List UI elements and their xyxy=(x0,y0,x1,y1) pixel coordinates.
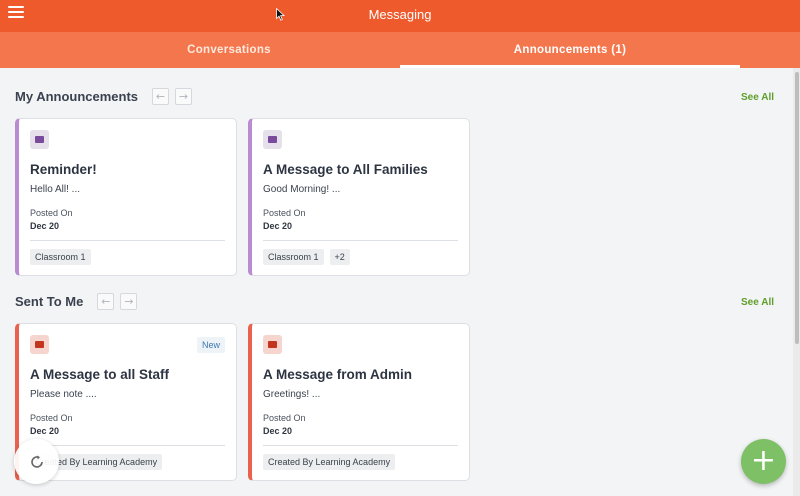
tab-announcements[interactable]: Announcements (1) xyxy=(400,32,740,68)
see-all-link[interactable]: See All xyxy=(741,92,774,103)
tag-list: Classroom 1 xyxy=(30,249,91,265)
plus-icon: + xyxy=(750,443,777,478)
posted-date: Dec 20 xyxy=(30,426,60,436)
card-preview: Good Morning! ... xyxy=(263,184,341,195)
posted-on-label: Posted On xyxy=(30,208,73,218)
tag: Classroom 1 xyxy=(263,249,324,265)
card-title: A Message from Admin xyxy=(263,367,413,382)
section-title: Sent To Me xyxy=(15,294,84,309)
new-badge: New xyxy=(196,337,225,353)
create-announcement-button[interactable]: + xyxy=(741,439,786,484)
divider xyxy=(263,445,458,446)
card-preview: Greetings! ... xyxy=(263,389,321,400)
tag: Classroom 1 xyxy=(30,249,91,265)
tag-more-count[interactable]: +2 xyxy=(329,249,350,265)
next-arrow-icon[interactable]: → xyxy=(175,88,193,105)
sent-to-me-header: Sent To Me ← → xyxy=(15,293,143,310)
see-all-link[interactable]: See All xyxy=(741,297,774,308)
app-header: Messaging xyxy=(0,0,800,32)
next-arrow-icon[interactable]: → xyxy=(120,293,138,310)
divider xyxy=(30,240,225,241)
tab-conversations[interactable]: Conversations xyxy=(58,32,400,68)
posted-date: Dec 20 xyxy=(30,221,60,231)
card-preview: Please note .... xyxy=(30,389,97,400)
divider xyxy=(30,445,225,446)
tag-list: Classroom 1 +2 xyxy=(263,249,350,265)
active-tab-indicator xyxy=(400,65,740,68)
scrollbar-thumb[interactable] xyxy=(795,72,799,344)
pin-icon xyxy=(263,130,282,149)
page-title: Messaging xyxy=(368,7,432,22)
briefcase-icon xyxy=(263,335,282,354)
posted-date: Dec 20 xyxy=(263,426,293,436)
announcement-card[interactable]: Reminder! Hello All! ... Posted On Dec 2… xyxy=(15,118,237,276)
posted-on-label: Posted On xyxy=(263,413,306,423)
divider xyxy=(263,240,458,241)
card-title: Reminder! xyxy=(30,162,97,177)
posted-date: Dec 20 xyxy=(263,221,293,231)
previous-arrow-icon[interactable]: ← xyxy=(97,293,115,310)
tag: Created By Learning Academy xyxy=(263,454,396,470)
pin-icon xyxy=(30,130,49,149)
announcement-card[interactable]: A Message to All Families Good Morning! … xyxy=(248,118,470,276)
tab-bar: Conversations Announcements (1) xyxy=(0,32,800,68)
previous-arrow-icon[interactable]: ← xyxy=(152,88,170,105)
received-announcement-card[interactable]: A Message from Admin Greetings! ... Post… xyxy=(248,323,470,481)
card-preview: Hello All! ... xyxy=(30,184,81,195)
card-title: A Message to All Families xyxy=(263,162,428,177)
refresh-button[interactable] xyxy=(14,439,59,484)
section-title: My Announcements xyxy=(15,89,139,104)
refresh-icon xyxy=(30,455,43,468)
briefcase-icon xyxy=(30,335,49,354)
posted-on-label: Posted On xyxy=(263,208,306,218)
mouse-cursor-icon xyxy=(276,8,285,21)
posted-on-label: Posted On xyxy=(30,413,73,423)
my-announcements-header: My Announcements ← → xyxy=(15,88,198,105)
tag-list: Created By Learning Academy xyxy=(263,454,396,470)
card-title: A Message to all Staff xyxy=(30,367,170,382)
